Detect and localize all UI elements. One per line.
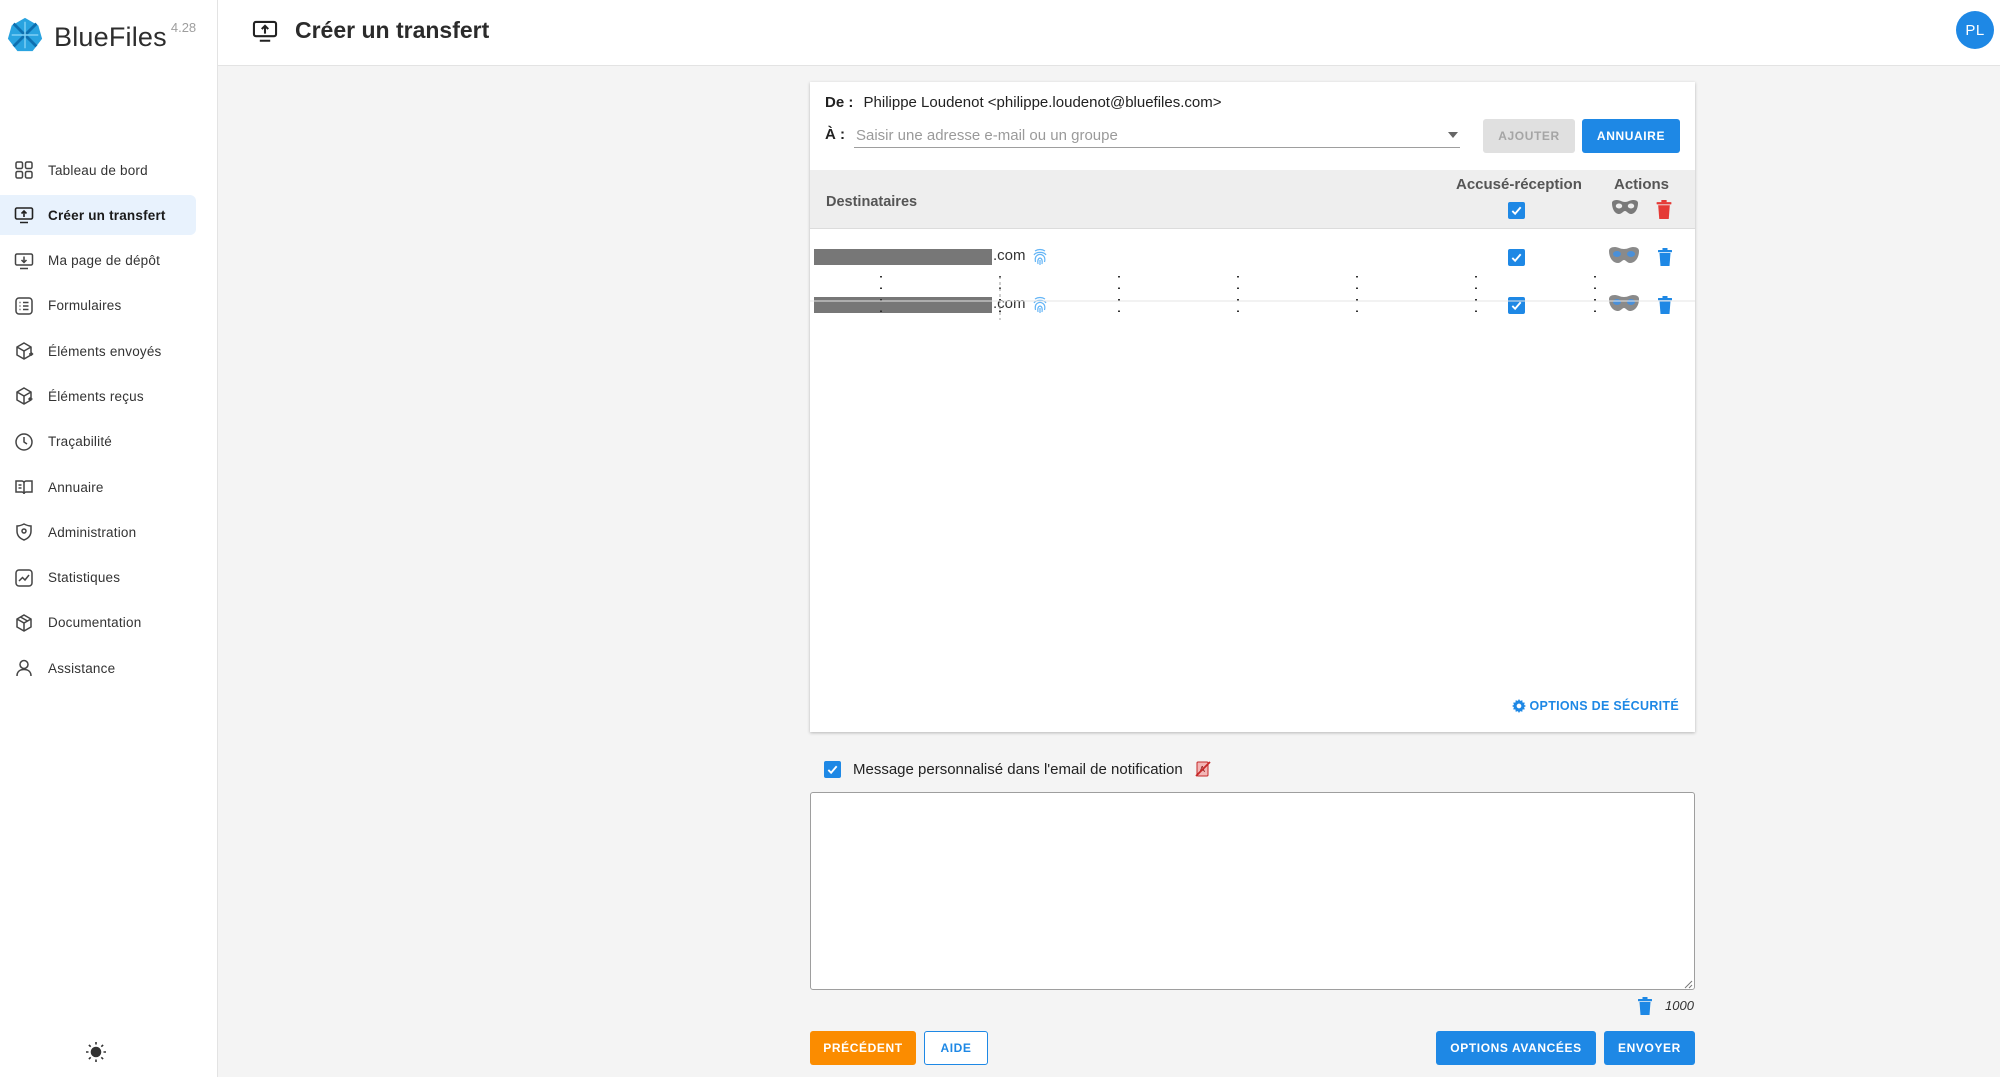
recipient-row: .com xyxy=(810,282,1695,322)
sidebar-item-label: Assistance xyxy=(48,660,116,676)
sidebar-item-sent[interactable]: Éléments envoyés xyxy=(0,331,196,371)
send-button[interactable]: ENVOYER xyxy=(1604,1031,1695,1065)
check-icon xyxy=(1511,301,1522,311)
custom-message-label: Message personnalisé dans l'email de not… xyxy=(853,760,1183,778)
chart-icon xyxy=(15,568,33,587)
sidebar-item-label: Créer un transfert xyxy=(48,207,166,223)
person-icon xyxy=(16,660,32,677)
app-name: BlueFiles xyxy=(54,22,167,52)
col-recipients: Destinataires xyxy=(826,194,918,210)
download-screen-icon xyxy=(14,252,34,269)
sidebar-nav: Tableau de bord Créer un transfert Ma pa… xyxy=(0,150,218,694)
email-suffix: .com xyxy=(993,295,1026,312)
to-label: À : xyxy=(825,126,845,143)
fingerprint-icon[interactable] xyxy=(1030,295,1050,315)
sidebar-item-label: Traçabilité xyxy=(48,434,112,450)
ack-checkbox[interactable] xyxy=(1508,249,1525,266)
sidebar-item-label: Statistiques xyxy=(48,570,121,586)
custom-message-row: Message personnalisé dans l'email de not… xyxy=(824,759,1213,779)
trash-icon[interactable] xyxy=(1658,248,1672,266)
sidebar-item-label: Documentation xyxy=(48,615,142,631)
redacted-email xyxy=(814,249,992,265)
add-button[interactable]: AJOUTER xyxy=(1483,119,1575,153)
help-button[interactable]: AIDE xyxy=(924,1031,988,1065)
security-options-button[interactable]: OPTIONS DE SÉCURITÉ xyxy=(1511,699,1679,713)
form-list-icon xyxy=(15,297,33,315)
recipients-table-header: Destinataires Accusé-réception Actions xyxy=(810,170,1695,229)
char-counter: 1000 xyxy=(1665,998,1694,1013)
sender-row: De : Philippe Loudenot <philippe.loudeno… xyxy=(825,94,1222,111)
sidebar-item-assistance[interactable]: Assistance xyxy=(0,648,196,688)
user-avatar[interactable]: PL xyxy=(1956,11,1994,49)
sidebar-item-create-transfer[interactable]: Créer un transfert xyxy=(0,195,196,236)
mask-icon[interactable] xyxy=(1608,246,1640,266)
recipient-input[interactable] xyxy=(854,120,1460,148)
mask-icon[interactable] xyxy=(1608,294,1640,314)
box-out-icon xyxy=(16,342,34,361)
clock-icon xyxy=(15,433,33,451)
resize-handle-icon[interactable] xyxy=(1683,979,1693,989)
sidebar-item-administration[interactable]: Administration xyxy=(0,512,196,552)
sidebar-item-received[interactable]: Éléments reçus xyxy=(0,376,196,416)
shield-icon xyxy=(16,523,32,542)
app-logo[interactable]: BlueFiles 4.28 xyxy=(6,16,196,54)
mask-icon[interactable] xyxy=(1611,199,1639,217)
sidebar-item-label: Administration xyxy=(48,524,137,540)
caret-down-icon[interactable] xyxy=(1448,132,1458,138)
sidebar-item-forms[interactable]: Formulaires xyxy=(0,286,196,326)
directory-button[interactable]: ANNUAIRE xyxy=(1582,119,1680,153)
sidebar-item-label: Tableau de bord xyxy=(48,162,148,178)
check-icon xyxy=(1511,206,1522,216)
previous-button[interactable]: PRÉCÉDENT xyxy=(810,1031,916,1065)
sidebar-item-deposit-page[interactable]: Ma page de dépôt xyxy=(0,241,196,281)
col-ack: Accusé-réception xyxy=(1456,176,1582,193)
security-options-label: OPTIONS DE SÉCURITÉ xyxy=(1529,699,1679,713)
clear-message-icon[interactable] xyxy=(1638,997,1652,1015)
sidebar-item-directory[interactable]: Annuaire xyxy=(0,467,196,507)
no-translate-icon[interactable]: A xyxy=(1193,759,1213,779)
sidebar-item-label: Éléments reçus xyxy=(48,388,144,404)
sidebar-item-traceability[interactable]: Traçabilité xyxy=(0,422,196,462)
book-icon xyxy=(15,480,33,495)
upload-screen-icon xyxy=(14,207,34,224)
recipient-row: .com xyxy=(810,234,1695,274)
page-title: Créer un transfert xyxy=(295,17,490,43)
ack-checkbox[interactable] xyxy=(1508,297,1525,314)
check-icon xyxy=(1511,253,1522,263)
redacted-email xyxy=(814,297,992,313)
from-label: De : xyxy=(825,94,854,111)
col-actions: Actions xyxy=(1614,176,1670,193)
dashboard-icon xyxy=(15,161,33,179)
trash-all-icon[interactable] xyxy=(1656,200,1672,219)
sidebar-item-documentation[interactable]: Documentation xyxy=(0,603,196,643)
ack-all-checkbox[interactable] xyxy=(1508,202,1525,219)
from-value: Philippe Loudenot <philippe.loudenot@blu… xyxy=(863,94,1222,111)
bluefiles-logo-icon xyxy=(7,17,43,52)
gear-icon xyxy=(1511,699,1526,713)
cube-icon xyxy=(16,614,32,632)
sidebar-item-label: Formulaires xyxy=(48,298,122,314)
advanced-options-button[interactable]: OPTIONS AVANCÉES xyxy=(1436,1031,1596,1065)
custom-message-textarea[interactable] xyxy=(810,792,1695,990)
sidebar-item-label: Ma page de dépôt xyxy=(48,253,161,269)
email-suffix: .com xyxy=(993,247,1026,264)
app-version: 4.28 xyxy=(170,20,197,35)
upload-screen-icon xyxy=(252,20,278,42)
top-header: Créer un transfert PL xyxy=(218,0,2000,66)
custom-message-checkbox[interactable] xyxy=(824,760,841,778)
sun-icon[interactable] xyxy=(84,1040,108,1064)
check-icon xyxy=(827,765,838,774)
sidebar-item-dashboard[interactable]: Tableau de bord xyxy=(0,150,196,190)
box-in-icon xyxy=(16,387,33,406)
sidebar-item-label: Annuaire xyxy=(48,479,104,495)
sidebar-item-label: Éléments envoyés xyxy=(48,343,162,359)
transfer-card: De : Philippe Loudenot <philippe.loudeno… xyxy=(810,82,1695,732)
trash-icon[interactable] xyxy=(1658,296,1672,314)
sidebar-item-statistics[interactable]: Statistiques xyxy=(0,558,196,598)
sidebar: BlueFiles 4.28 Tableau de bord Créer un … xyxy=(0,0,218,1077)
fingerprint-icon[interactable] xyxy=(1030,247,1050,267)
